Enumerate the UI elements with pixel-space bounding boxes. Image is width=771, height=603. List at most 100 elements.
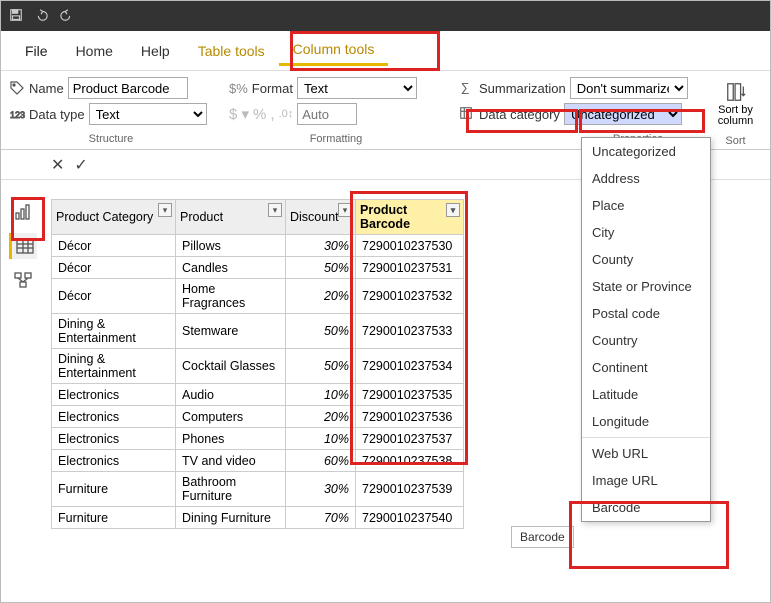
col-product[interactable]: Product▾ [176,200,286,235]
dropdown-item[interactable]: Image URL [582,467,710,494]
cell-category[interactable]: Décor [52,279,176,314]
cell-barcode[interactable]: 7290010237533 [356,314,464,349]
dropdown-item[interactable]: Place [582,192,710,219]
col-product-category[interactable]: Product Category▾ [52,200,176,235]
cell-barcode[interactable]: 7290010237532 [356,279,464,314]
menu-table-tools[interactable]: Table tools [184,37,279,65]
dropdown-item[interactable]: Postal code [582,300,710,327]
table-row[interactable]: Dining & EntertainmentStemware50%7290010… [52,314,464,349]
cell-barcode[interactable]: 7290010237534 [356,349,464,384]
data-view-button[interactable] [9,233,37,259]
col-product-barcode[interactable]: Product Barcode▾ [356,200,464,235]
menu-file[interactable]: File [11,37,62,65]
cell-product[interactable]: Home Fragrances [176,279,286,314]
table-row[interactable]: ElectronicsPhones10%7290010237537 [52,428,464,450]
cell-product[interactable]: Pillows [176,235,286,257]
cell-product[interactable]: Cocktail Glasses [176,349,286,384]
table-row[interactable]: FurnitureDining Furniture70%729001023754… [52,507,464,529]
percent-button[interactable]: % [253,106,266,123]
cell-category[interactable]: Dining & Entertainment [52,314,176,349]
table-row[interactable]: ElectronicsAudio10%7290010237535 [52,384,464,406]
table-row[interactable]: DécorCandles50%7290010237531 [52,257,464,279]
dropdown-item[interactable]: Uncategorized [582,138,710,165]
cell-barcode[interactable]: 7290010237531 [356,257,464,279]
cell-discount[interactable]: 20% [286,406,356,428]
cell-product[interactable]: Phones [176,428,286,450]
cell-barcode[interactable]: 7290010237540 [356,507,464,529]
name-input[interactable] [68,77,188,99]
dropdown-item[interactable]: Country [582,327,710,354]
summarization-select[interactable]: Don't summarize [570,77,688,99]
cell-discount[interactable]: 30% [286,235,356,257]
currency-button[interactable]: $ ▾ [229,105,249,123]
cell-product[interactable]: Audio [176,384,286,406]
comma-button[interactable]: , [270,106,274,123]
dropdown-item[interactable]: County [582,246,710,273]
undo-icon[interactable] [33,8,49,25]
cell-barcode[interactable]: 7290010237537 [356,428,464,450]
cell-category[interactable]: Furniture [52,507,176,529]
cell-product[interactable]: Dining Furniture [176,507,286,529]
datatype-select[interactable]: Text [89,103,207,125]
menu-home[interactable]: Home [62,37,127,65]
dropdown-item[interactable]: Continent [582,354,710,381]
cell-product[interactable]: Computers [176,406,286,428]
redo-icon[interactable] [59,8,75,25]
dropdown-item[interactable]: State or Province [582,273,710,300]
dropdown-item[interactable]: Barcode [582,494,710,521]
cell-category[interactable]: Dining & Entertainment [52,349,176,384]
cell-discount[interactable]: 50% [286,257,356,279]
sort-by-column-button[interactable]: Sort by column [709,77,762,131]
datacategory-select[interactable]: Uncategorized [564,103,682,125]
filter-icon[interactable]: ▾ [268,203,282,217]
dropdown-item[interactable]: Web URL [582,440,710,467]
cell-discount[interactable]: 10% [286,428,356,450]
cell-product[interactable]: TV and video [176,450,286,472]
dropdown-item[interactable]: City [582,219,710,246]
cell-discount[interactable]: 70% [286,507,356,529]
commit-icon[interactable]: ✓ [74,155,87,175]
datacategory-dropdown[interactable]: UncategorizedAddressPlaceCityCountyState… [581,137,711,522]
cell-discount[interactable]: 50% [286,349,356,384]
save-icon[interactable] [9,8,23,25]
table-row[interactable]: DécorPillows30%7290010237530 [52,235,464,257]
cell-category[interactable]: Décor [52,257,176,279]
cancel-icon[interactable]: ✕ [51,155,64,175]
format-select[interactable]: Text [297,77,417,99]
cell-barcode[interactable]: 7290010237536 [356,406,464,428]
cell-product[interactable]: Bathroom Furniture [176,472,286,507]
cell-product[interactable]: Candles [176,257,286,279]
cell-discount[interactable]: 30% [286,472,356,507]
cell-category[interactable]: Electronics [52,384,176,406]
cell-discount[interactable]: 10% [286,384,356,406]
table-row[interactable]: ElectronicsComputers20%7290010237536 [52,406,464,428]
cell-discount[interactable]: 60% [286,450,356,472]
cell-category[interactable]: Electronics [52,450,176,472]
model-view-button[interactable] [9,267,37,293]
filter-icon[interactable]: ▾ [338,203,352,217]
cell-barcode[interactable]: 7290010237530 [356,235,464,257]
menu-column-tools[interactable]: Column tools [279,35,389,66]
table-row[interactable]: DécorHome Fragrances20%7290010237532 [52,279,464,314]
cell-barcode[interactable]: 7290010237539 [356,472,464,507]
table-row[interactable]: FurnitureBathroom Furniture30%7290010237… [52,472,464,507]
table-row[interactable]: Dining & EntertainmentCocktail Glasses50… [52,349,464,384]
filter-icon[interactable]: ▾ [158,203,172,217]
cell-category[interactable]: Electronics [52,406,176,428]
cell-product[interactable]: Stemware [176,314,286,349]
report-view-button[interactable] [9,199,37,225]
cell-category[interactable]: Décor [52,235,176,257]
cell-discount[interactable]: 20% [286,279,356,314]
dropdown-item[interactable]: Address [582,165,710,192]
col-discount[interactable]: Discount▾ [286,200,356,235]
dropdown-item[interactable]: Latitude [582,381,710,408]
cell-category[interactable]: Electronics [52,428,176,450]
filter-icon[interactable]: ▾ [446,203,460,217]
cell-category[interactable]: Furniture [52,472,176,507]
menu-help[interactable]: Help [127,37,184,65]
dropdown-item[interactable]: Longitude [582,408,710,435]
cell-barcode[interactable]: 7290010237538 [356,450,464,472]
table-row[interactable]: ElectronicsTV and video60%7290010237538 [52,450,464,472]
cell-barcode[interactable]: 7290010237535 [356,384,464,406]
cell-discount[interactable]: 50% [286,314,356,349]
